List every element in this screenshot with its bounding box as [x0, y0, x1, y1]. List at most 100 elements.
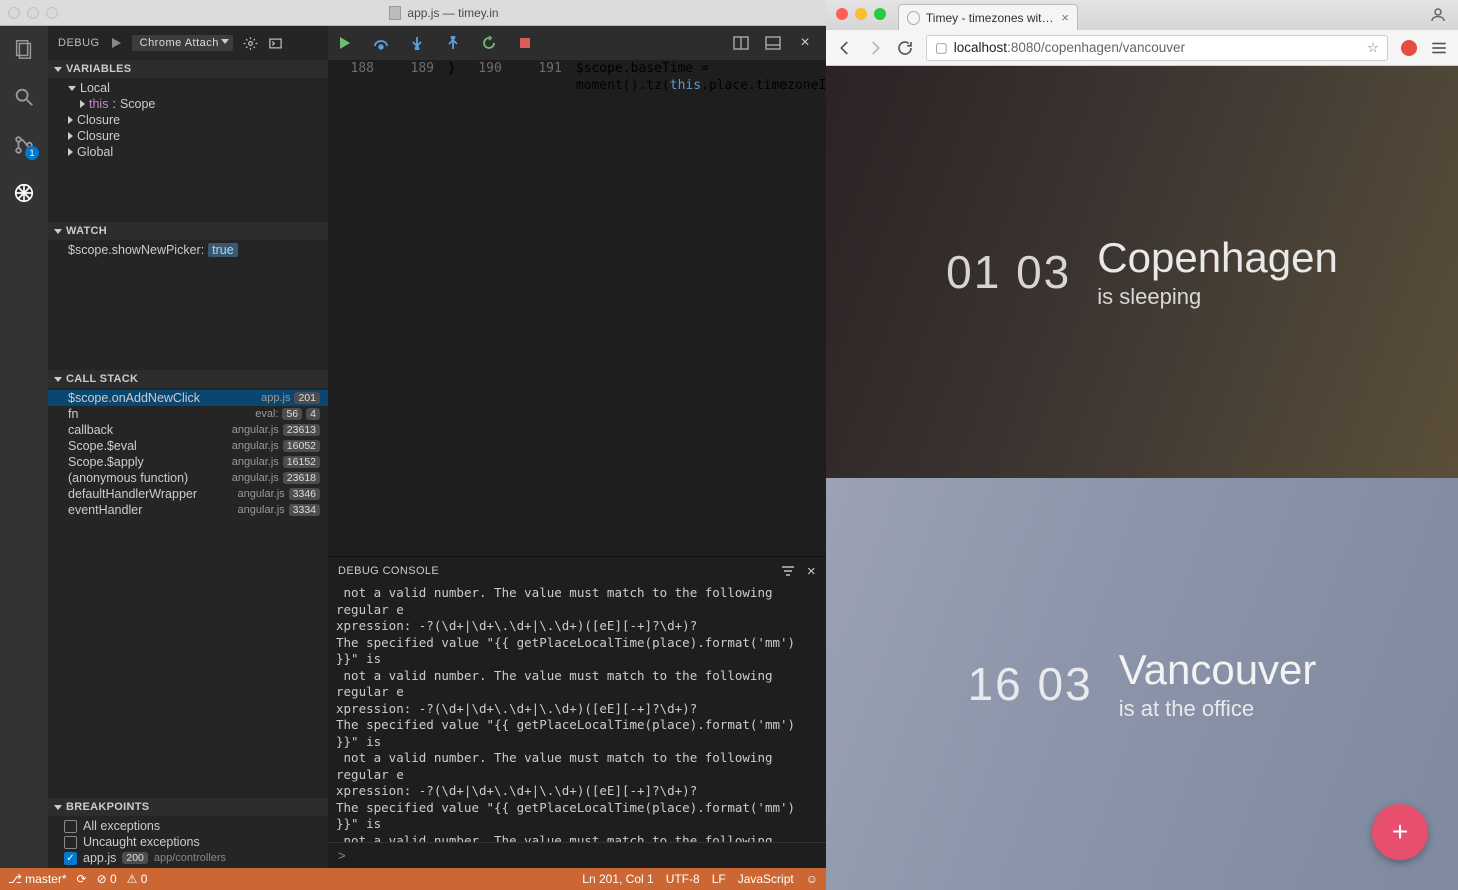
step-out-icon[interactable]: [444, 34, 462, 52]
extension-icon[interactable]: [1400, 39, 1418, 57]
callstack-section-header[interactable]: CALL STACK: [48, 370, 328, 388]
back-icon[interactable]: [836, 39, 854, 57]
minimize-icon[interactable]: [27, 7, 39, 19]
errors-count[interactable]: ⊘ 0: [97, 872, 117, 886]
more-icon[interactable]: [764, 34, 782, 52]
callstack-frame[interactable]: $scope.onAddNewClick app.js201: [48, 390, 328, 406]
callstack-frame[interactable]: callback angular.js23613: [48, 422, 328, 438]
breakpoints-section-header[interactable]: BREAKPOINTS: [48, 798, 328, 816]
console-prompt-icon: >: [338, 848, 346, 863]
maximize-icon[interactable]: [46, 7, 58, 19]
debug-console-header: DEBUG CONSOLE ×: [328, 557, 826, 585]
close-console-icon[interactable]: ×: [807, 563, 816, 580]
watch-expr[interactable]: $scope.showNewPicker: true: [48, 242, 328, 258]
warnings-count[interactable]: ⚠ 0: [127, 872, 148, 886]
code-line[interactable]: 190: [456, 60, 516, 77]
vscode-traffic-lights[interactable]: [8, 7, 58, 19]
debug-console-title: DEBUG CONSOLE: [338, 565, 439, 577]
bp-file[interactable]: app.js 200 app/controllers: [48, 850, 328, 866]
var-this[interactable]: this: Scope: [48, 96, 328, 112]
plus-icon: +: [1392, 816, 1408, 848]
split-editor-icon[interactable]: [732, 34, 750, 52]
continue-icon[interactable]: [336, 34, 354, 52]
code-editor[interactable]: 188189 }190191 $scope.baseTime = moment(…: [328, 60, 826, 556]
close-tab-icon[interactable]: ×: [1061, 10, 1069, 25]
feedback-icon[interactable]: ☺: [806, 872, 818, 886]
bp-all-exceptions[interactable]: All exceptions: [48, 818, 328, 834]
scope-local[interactable]: Local: [48, 80, 328, 96]
checkbox-icon[interactable]: [64, 836, 77, 849]
minimize-icon[interactable]: [855, 8, 867, 20]
callstack-frame[interactable]: fn eval:564: [48, 406, 328, 422]
scope-global[interactable]: Global: [48, 144, 328, 160]
git-branch[interactable]: ⎇ master*: [8, 872, 67, 886]
step-over-icon[interactable]: [372, 34, 390, 52]
variables-label: VARIABLES: [66, 63, 131, 75]
chrome-traffic-lights[interactable]: [836, 8, 886, 20]
vscode-title: app.js — timey.in: [70, 6, 818, 20]
menu-icon[interactable]: [1430, 39, 1448, 57]
watch-body: $scope.showNewPicker: true: [48, 240, 328, 260]
callstack-frame[interactable]: (anonymous function) angular.js23618: [48, 470, 328, 486]
debug-config-dropdown[interactable]: Chrome Attach: [132, 35, 233, 51]
variables-body: Local this: Scope Closure Closure Global: [48, 78, 328, 162]
debug-console: DEBUG CONSOLE × not a valid number. The …: [328, 556, 826, 868]
scope-closure-2[interactable]: Closure: [48, 128, 328, 144]
page-info-icon[interactable]: ▢: [935, 40, 948, 56]
variables-section-header[interactable]: VARIABLES: [48, 60, 328, 78]
chevron-down-icon: [54, 229, 62, 234]
add-city-fab[interactable]: +: [1372, 804, 1428, 860]
debug-icon[interactable]: [11, 180, 37, 206]
user-menu-icon[interactable]: [1428, 6, 1448, 24]
close-icon[interactable]: [836, 8, 848, 20]
code-line[interactable]: 191 $scope.baseTime = moment().tz(this.p…: [516, 60, 826, 77]
forward-icon[interactable]: [866, 39, 884, 57]
tz-time: 01 03: [946, 245, 1071, 299]
encoding[interactable]: UTF-8: [666, 872, 700, 886]
chevron-right-icon: [68, 132, 73, 140]
stop-icon[interactable]: [516, 34, 534, 52]
checkbox-checked-icon[interactable]: [64, 852, 77, 865]
reload-icon[interactable]: [896, 39, 914, 57]
page-content: Paused in Visual Studio Code 01 03 Copen…: [826, 66, 1458, 890]
console-input[interactable]: >: [328, 842, 826, 868]
browser-tab[interactable]: Timey - timezones with a h ×: [898, 4, 1078, 30]
eol[interactable]: LF: [712, 872, 726, 886]
close-editor-icon[interactable]: ×: [796, 34, 814, 52]
restart-icon[interactable]: [480, 34, 498, 52]
console-toggle-icon[interactable]: [268, 36, 283, 51]
code-line[interactable]: 188: [328, 60, 388, 77]
filter-icon[interactable]: [781, 565, 795, 577]
tz-status: is sleeping: [1097, 284, 1338, 310]
step-into-icon[interactable]: [408, 34, 426, 52]
search-icon[interactable]: [11, 84, 37, 110]
callstack-frame[interactable]: Scope.$apply angular.js16152: [48, 454, 328, 470]
callstack-frame[interactable]: eventHandler angular.js3334: [48, 502, 328, 518]
explorer-icon[interactable]: [11, 36, 37, 62]
timezone-panel-vancouver[interactable]: 16 03 Vancouver is at the office: [826, 478, 1458, 890]
code-line[interactable]: 189 }: [388, 60, 456, 77]
bp-uncaught[interactable]: Uncaught exceptions: [48, 834, 328, 850]
console-output[interactable]: not a valid number. The value must match…: [328, 585, 826, 842]
close-icon[interactable]: [8, 7, 20, 19]
source-control-icon[interactable]: 1: [11, 132, 37, 158]
sync-icon[interactable]: ⟳: [77, 872, 87, 886]
cursor-position[interactable]: Ln 201, Col 1: [582, 872, 653, 886]
watch-section-header[interactable]: WATCH: [48, 222, 328, 240]
maximize-icon[interactable]: [874, 8, 886, 20]
tab-title: Timey - timezones with a h: [926, 11, 1055, 25]
vscode-titlebar: app.js — timey.in: [0, 0, 826, 26]
timezone-panel-copenhagen[interactable]: 01 03 Copenhagen is sleeping: [826, 66, 1458, 478]
start-debug-icon[interactable]: [110, 37, 122, 49]
scope-closure-1[interactable]: Closure: [48, 112, 328, 128]
activity-bar: 1: [0, 26, 48, 868]
url-input[interactable]: ▢ localhost:8080/copenhagen/vancouver ☆: [926, 35, 1388, 61]
bookmark-icon[interactable]: ☆: [1367, 40, 1379, 56]
debug-header: DEBUG Chrome Attach: [48, 26, 328, 60]
language-mode[interactable]: JavaScript: [738, 872, 794, 886]
checkbox-icon[interactable]: [64, 820, 77, 833]
chevron-right-icon: [68, 116, 73, 124]
callstack-frame[interactable]: Scope.$eval angular.js16052: [48, 438, 328, 454]
callstack-frame[interactable]: defaultHandlerWrapper angular.js3346: [48, 486, 328, 502]
gear-icon[interactable]: [243, 36, 258, 51]
